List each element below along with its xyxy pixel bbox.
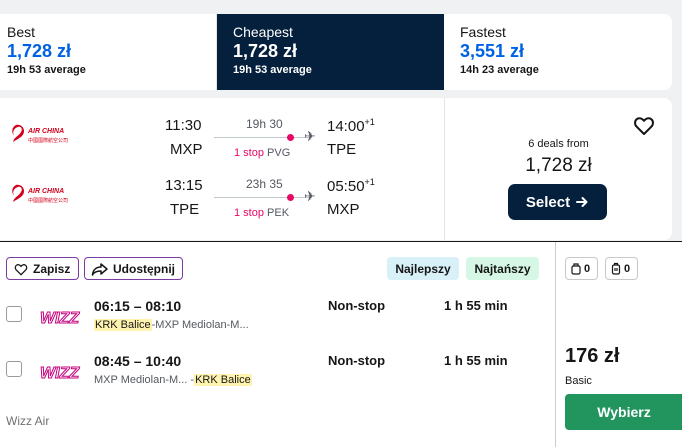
return-leg: AIR CHINA 中國國際航空公司 13:15 TPE 23h 35 ✈ 1 … — [0, 174, 445, 219]
tab-best-price: 1,728 zł — [7, 41, 72, 61]
share-button[interactable]: Udostępnij — [84, 257, 183, 280]
leg-checkbox[interactable] — [6, 361, 22, 377]
stops-info: Non-stop — [328, 298, 386, 313]
plane-icon: ✈ — [304, 188, 316, 204]
arrival-time-value: 14:00 — [327, 118, 365, 135]
air-china-logo: AIR CHINA 中國國際航空公司 — [12, 124, 68, 144]
tab-cheapest-avg: 19h 53 average — [233, 64, 312, 76]
route-airports: MXP Mediolan-M... -KRK Balice — [94, 374, 252, 386]
tab-best-name: Best — [7, 24, 36, 40]
fare-type: Basic — [565, 375, 592, 387]
select-button[interactable]: Select — [508, 184, 607, 220]
flight-duration: 23h 35 — [246, 177, 283, 191]
wizz-air-logo: WIZZ — [40, 310, 81, 328]
stop-dot — [287, 134, 294, 141]
departure-time: 13:15 — [165, 177, 203, 194]
wizz-return-leg: WIZZ 08:45 – 10:40 MXP Mediolan-M... -KR… — [0, 353, 555, 397]
departure-airport: TPE — [170, 201, 200, 218]
route-line — [214, 197, 310, 198]
route-airports: KRK Balice-MXP Mediolan-M... — [94, 319, 249, 331]
checked-bag-count: 0 — [624, 262, 631, 275]
cabin-bag-icon — [571, 262, 581, 275]
arrival-time: 05:50+1 — [327, 177, 375, 195]
departure-time: 11:30 — [165, 117, 202, 134]
svg-text:中國國際航空公司: 中國國際航空公司 — [28, 197, 68, 204]
tab-fastest-name: Fastest — [460, 24, 506, 40]
route-rest: MXP Mediolan-M... — [94, 374, 188, 386]
save-button[interactable]: Zapisz — [6, 257, 79, 280]
share-icon — [91, 262, 108, 276]
cabin-bag-info: 0 — [565, 257, 598, 280]
arrival-time-value: 05:50 — [327, 178, 365, 195]
flight-times: 08:45 – 10:40 — [94, 353, 182, 369]
stops-info: Non-stop — [328, 353, 386, 368]
airline-name: Wizz Air — [6, 414, 50, 428]
highlighted-airport: KRK Balice — [94, 319, 152, 331]
outbound-leg: AIR CHINA 中國國際航空公司 11:30 MXP 19h 30 ✈ 1 … — [0, 114, 445, 159]
tab-best[interactable]: Best 1,728 zł 19h 53 average — [0, 14, 217, 90]
flight-times: 06:15 – 08:10 — [94, 298, 182, 314]
air-china-logo: AIR CHINA 中國國際航空公司 — [12, 184, 68, 204]
flight-duration: 1 h 55 min — [444, 298, 508, 313]
flight-duration: 1 h 55 min — [444, 353, 508, 368]
tab-best-avg: 19h 53 average — [7, 64, 86, 76]
arrow-right-icon — [576, 197, 588, 207]
result-card[interactable]: AIR CHINA 中國國際航空公司 11:30 MXP 19h 30 ✈ 1 … — [0, 98, 672, 240]
leg-checkbox[interactable] — [6, 306, 22, 322]
wizz-legs-panel: Zapisz Udostępnij Najlepszy Najtańszy WI… — [0, 242, 555, 447]
wizz-price-panel: 0 0 176 zł Basic Wybierz — [555, 242, 682, 447]
stops-count: 1 stop — [234, 207, 264, 219]
stop-airport: PEK — [267, 207, 290, 219]
stops-info: 1 stop PEK — [234, 207, 289, 219]
route-rest: -MXP Mediolan-M... — [151, 319, 249, 331]
arrival-airport: MXP — [327, 201, 360, 218]
wizz-price: 176 zł — [565, 345, 620, 367]
tab-cheapest-price: 1,728 zł — [233, 41, 298, 61]
svg-text:WIZZ: WIZZ — [40, 310, 80, 327]
cheapest-badge: Najtańszy — [466, 257, 539, 280]
plane-icon: ✈ — [304, 128, 316, 144]
tab-fastest-avg: 14h 23 average — [460, 64, 539, 76]
deals-count: 6 deals from — [528, 138, 589, 150]
wizz-air-logo: WIZZ — [40, 365, 81, 383]
day-offset: +1 — [364, 177, 375, 187]
select-button-label: Select — [525, 193, 571, 211]
route-line — [214, 137, 310, 138]
wizz-result-card: Zapisz Udostępnij Najlepszy Najtańszy WI… — [0, 241, 682, 447]
best-badge: Najlepszy — [387, 257, 459, 280]
sort-tabs: Best 1,728 zł 19h 53 average Cheapest 1,… — [0, 14, 672, 90]
tab-fastest-price: 3,551 zł — [460, 41, 525, 61]
heart-outline-icon — [14, 263, 28, 276]
result-legs: AIR CHINA 中國國際航空公司 11:30 MXP 19h 30 ✈ 1 … — [0, 98, 445, 240]
cabin-bag-count: 0 — [584, 262, 591, 275]
share-label: Udostępnij — [113, 261, 175, 276]
heart-outline-icon[interactable] — [632, 114, 656, 138]
arrival-time: 14:00+1 — [327, 117, 375, 135]
flight-duration: 19h 30 — [246, 117, 283, 131]
highlighted-airport: KRK Balice — [194, 374, 252, 386]
svg-text:中國國際航空公司: 中國國際航空公司 — [28, 137, 68, 144]
arrival-airport: TPE — [327, 141, 357, 158]
wizz-outbound-leg: WIZZ 06:15 – 08:10 KRK Balice-MXP Mediol… — [0, 298, 555, 342]
choose-button[interactable]: Wybierz — [565, 394, 682, 430]
svg-text:AIR CHINA: AIR CHINA — [27, 188, 64, 195]
result-price: 1,728 zł — [525, 155, 592, 176]
price-panel: 6 deals from 1,728 zł Select — [445, 98, 672, 240]
svg-text:WIZZ: WIZZ — [40, 365, 80, 382]
stops-info: 1 stop PVG — [234, 147, 290, 159]
checked-bag-icon — [611, 262, 621, 275]
save-label: Zapisz — [33, 261, 71, 276]
svg-text:AIR CHINA: AIR CHINA — [27, 128, 64, 135]
tab-cheapest[interactable]: Cheapest 1,728 zł 19h 53 average — [217, 14, 444, 90]
stop-airport: PVG — [267, 147, 291, 159]
tab-cheapest-name: Cheapest — [233, 24, 293, 40]
tab-fastest[interactable]: Fastest 3,551 zł 14h 23 average — [444, 14, 672, 90]
departure-airport: MXP — [170, 141, 203, 158]
stop-dot — [287, 194, 294, 201]
day-offset: +1 — [364, 117, 375, 127]
stops-count: 1 stop — [234, 147, 264, 159]
checked-bag-info: 0 — [605, 257, 638, 280]
